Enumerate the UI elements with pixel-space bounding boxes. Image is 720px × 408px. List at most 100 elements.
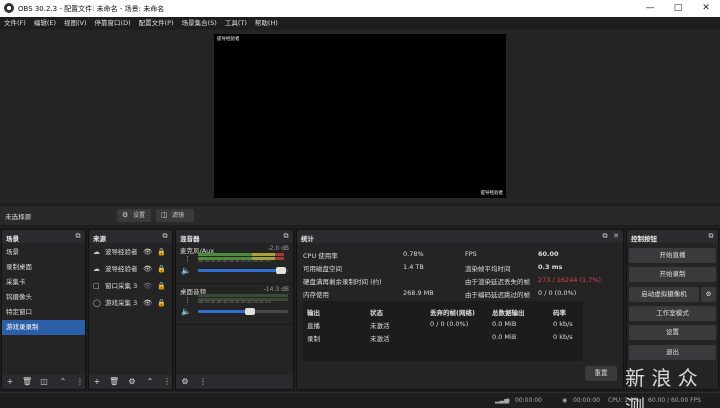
- stat-disk-value: 1.4 TB: [403, 263, 424, 271]
- undock-icon[interactable]: ⧉: [161, 232, 169, 240]
- stat-encode-lag-value: 0 / 0 (0.0%): [538, 289, 577, 297]
- sources-title: 来源: [93, 235, 106, 243]
- preview-canvas[interactable]: 提导经验者 提导经验者: [214, 34, 506, 198]
- stat-cpu-label: CPU 使用率: [303, 252, 338, 260]
- start-streaming-button[interactable]: 开始直播: [629, 248, 716, 263]
- record-indicator-icon: ◉: [562, 397, 568, 404]
- menu-edit[interactable]: 编辑(E): [30, 17, 60, 30]
- preview-caption-bottom: 提导经验者: [480, 191, 504, 196]
- undock-icon[interactable]: ⧉: [282, 232, 290, 240]
- chevron-up-icon[interactable]: ⌃: [58, 377, 68, 387]
- minimize-button[interactable]: —: [636, 0, 664, 17]
- obs-logo-icon: [4, 3, 14, 13]
- studio-mode-button[interactable]: 工作室模式: [629, 306, 716, 321]
- gear-icon: ⚙: [705, 290, 712, 298]
- trash-icon[interactable]: 🗑: [109, 377, 119, 387]
- window-title: OBS 30.2.3 - 配置文件: 未命名 - 场景: 未命名: [18, 5, 165, 13]
- cloud-icon: ☁: [93, 265, 100, 273]
- scene-item-selected[interactable]: 游戏录录制: [2, 320, 85, 335]
- start-virtual-camera-button[interactable]: 启动虚拟摄像机: [629, 287, 699, 302]
- more-icon[interactable]: ⋮: [184, 255, 191, 263]
- stat-rec-time-label: 硬盘满再剩余录制时间 (约): [303, 278, 382, 286]
- lock-icon[interactable]: 🔒: [157, 278, 166, 295]
- start-recording-button[interactable]: 开始录制: [629, 267, 716, 282]
- source-item[interactable]: ◯ 游戏采集 3 👁 🔒: [89, 295, 172, 312]
- more-icon[interactable]: ⋮: [162, 377, 172, 387]
- volume-slider[interactable]: [198, 308, 288, 315]
- scene-item[interactable]: 场景: [2, 245, 85, 260]
- cloud-icon: ☁: [93, 248, 100, 256]
- menu-docks[interactable]: 停靠窗口(D): [91, 17, 135, 30]
- undock-icon[interactable]: ⧉: [601, 232, 609, 240]
- filter-icon: ◫: [161, 211, 168, 219]
- scene-item[interactable]: 录制桌面: [2, 260, 85, 275]
- volume-slider-thumb[interactable]: [276, 267, 286, 274]
- lock-icon[interactable]: 🔒: [157, 295, 166, 312]
- speaker-icon[interactable]: 🔈: [181, 307, 191, 316]
- scene-item[interactable]: 钨摄像头: [2, 290, 85, 305]
- virtual-camera-settings-button[interactable]: ⚙: [701, 287, 716, 302]
- more-icon[interactable]: ⋮: [184, 296, 191, 304]
- stat-memory-label: 内存使用: [303, 291, 329, 299]
- stat-encode-lag-label: 由于编码延迟跳过的帧: [465, 291, 530, 299]
- speaker-icon[interactable]: 🔈: [181, 266, 191, 275]
- undock-icon[interactable]: ⧉: [74, 232, 82, 240]
- filter-icon[interactable]: ◫: [39, 377, 49, 387]
- volume-slider-thumb[interactable]: [245, 308, 255, 315]
- filters-label: 滤镜: [172, 212, 185, 219]
- close-button[interactable]: ✕: [692, 0, 720, 17]
- more-icon[interactable]: ⋮: [198, 377, 208, 387]
- more-icon[interactable]: ⋮: [75, 377, 85, 387]
- volume-slider[interactable]: [198, 267, 288, 274]
- volume-meter: [198, 253, 288, 256]
- menu-scene-collection[interactable]: 场景集合(S): [178, 17, 221, 30]
- channel-db: -14.3 dB: [263, 286, 289, 293]
- controls-title: 控制按钮: [631, 235, 657, 243]
- stats-dock-header: 统计 ⧉ ✕: [297, 230, 623, 243]
- menu-help[interactable]: 帮助(H): [251, 17, 282, 30]
- menu-file[interactable]: 文件(F): [0, 17, 30, 30]
- menu-bar: 文件(F) 编辑(E) 视图(V) 停靠窗口(D) 配置文件(P) 场景集合(S…: [0, 17, 720, 30]
- menu-tools[interactable]: 工具(T): [221, 17, 251, 30]
- lock-icon[interactable]: 🔒: [157, 244, 166, 261]
- source-settings-button[interactable]: ⚙ 设置: [117, 209, 151, 222]
- meter-ticks: -60 -55 -50 -45 -40 -35 -30 -25 -20 -15 …: [198, 259, 271, 263]
- source-item[interactable]: □ 窗口采集 3 👁 🔒: [89, 278, 172, 295]
- exit-button[interactable]: 退出: [629, 345, 716, 360]
- menu-view[interactable]: 视图(V): [60, 17, 91, 30]
- eye-hidden-icon[interactable]: 👁: [143, 278, 152, 295]
- scene-item[interactable]: 特定窗口: [2, 305, 85, 320]
- table-cell: 0 kb/s: [553, 320, 573, 328]
- eye-icon[interactable]: 👁: [143, 295, 152, 312]
- table-cell: 0 / 0 (0.0%): [430, 320, 469, 328]
- add-icon[interactable]: +: [5, 377, 15, 387]
- stat-disk-label: 可用磁盘空间: [303, 265, 342, 273]
- settings-label: 设置: [133, 212, 146, 219]
- source-filters-button[interactable]: ◫ 滤镜: [156, 209, 194, 222]
- menu-profile[interactable]: 配置文件(P): [135, 17, 178, 30]
- scene-item[interactable]: 采集卡: [2, 275, 85, 290]
- reset-stats-button[interactable]: 重置: [585, 366, 617, 381]
- lock-icon[interactable]: 🔒: [157, 261, 166, 278]
- maximize-button[interactable]: □: [664, 0, 692, 17]
- gear-icon[interactable]: ⚙: [180, 377, 190, 387]
- volume-meter: [198, 294, 288, 297]
- trash-icon[interactable]: 🗑: [22, 377, 32, 387]
- eye-icon[interactable]: 👁: [143, 261, 152, 278]
- stat-fps-label: FPS: [465, 250, 477, 258]
- mixer-dock-header: 混音器 ⧉: [176, 230, 293, 243]
- source-item[interactable]: ☁ 波导经验者 👁 🔒: [89, 244, 172, 261]
- undock-icon[interactable]: ⧉: [707, 232, 715, 240]
- stat-render-lag-value: 273 / 16244 (1.7%): [538, 276, 602, 284]
- add-icon[interactable]: +: [92, 377, 102, 387]
- chevron-up-icon[interactable]: ⌃: [145, 377, 155, 387]
- record-time: 00:00:00: [573, 397, 600, 404]
- eye-icon[interactable]: 👁: [143, 244, 152, 261]
- live-indicator-icon: ◉: [505, 397, 511, 404]
- sources-dock-header: 来源 ⧉: [89, 230, 172, 243]
- title-bar: OBS 30.2.3 - 配置文件: 未命名 - 场景: 未命名 — □ ✕: [0, 0, 720, 17]
- close-icon[interactable]: ✕: [612, 232, 620, 240]
- source-item[interactable]: ☁ 波导经验者 👁 🔒: [89, 261, 172, 278]
- gear-icon[interactable]: ⚙: [127, 377, 137, 387]
- settings-button[interactable]: 设置: [629, 325, 716, 340]
